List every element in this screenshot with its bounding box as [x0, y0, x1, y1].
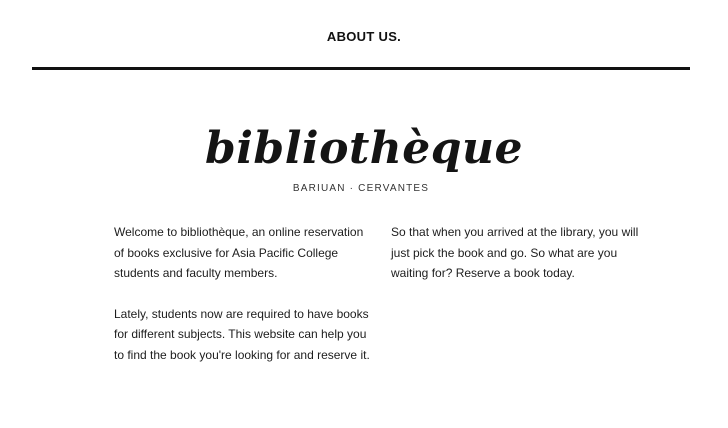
reserve-paragraph: So that when you arrived at the library,… — [391, 225, 639, 280]
books-paragraph: Lately, students now are required to hav… — [114, 306, 370, 362]
intro-paragraph: Welcome to bibliothèque, an online reser… — [114, 225, 364, 280]
about-us-link[interactable]: ABOUT US. — [0, 29, 728, 44]
site-subtitle: BARIUAN · CERVANTES — [292, 183, 430, 194]
site-logo: bibliothèque — [204, 123, 524, 174]
content-column-left: Welcome to bibliothèque, an online reser… — [114, 222, 376, 385]
header-divider — [32, 67, 690, 70]
site-header: ABOUT US. — [0, 0, 728, 70]
content-column-right: So that when you arrived at the library,… — [391, 222, 641, 304]
